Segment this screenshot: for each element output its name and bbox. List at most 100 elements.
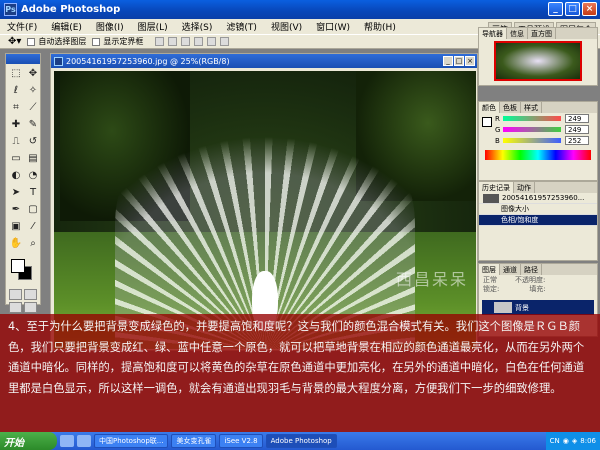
taskbar-item[interactable]: 中国Photoshop联... xyxy=(94,434,169,448)
tab-color[interactable]: 颜色 xyxy=(479,102,500,113)
type-tool-icon[interactable]: T xyxy=(25,185,41,201)
align-bottom-icon[interactable] xyxy=(181,37,191,46)
color-spectrum-bar[interactable] xyxy=(485,150,591,160)
layer-background[interactable]: 背景 xyxy=(482,300,594,315)
menu-image[interactable]: 图像(I) xyxy=(89,20,131,33)
navigator-thumbnail[interactable] xyxy=(494,41,582,81)
crop-tool-icon[interactable]: ⌗ xyxy=(8,100,24,116)
tab-swatches[interactable]: 色板 xyxy=(500,102,521,113)
channel-g-value[interactable]: 249 xyxy=(565,125,589,134)
menu-filter[interactable]: 滤镜(T) xyxy=(219,20,264,33)
move-tool-icon-2[interactable]: ✥ xyxy=(25,66,41,82)
doc-minimize-button[interactable]: _ xyxy=(443,56,453,66)
menu-edit[interactable]: 编辑(E) xyxy=(44,20,89,33)
align-center-icon[interactable] xyxy=(207,37,217,46)
dodge-tool-icon[interactable]: ◔ xyxy=(25,168,41,184)
eyedropper-icon[interactable]: ⁄ xyxy=(25,219,41,235)
menu-file[interactable]: 文件(F) xyxy=(0,20,44,33)
menu-window[interactable]: 窗口(W) xyxy=(309,20,357,33)
marquee-tool-icon[interactable]: ⬚ xyxy=(8,66,24,82)
watermark-text: 西昌呆呆 xyxy=(396,270,469,289)
zoom-tool-icon[interactable]: ⌕ xyxy=(25,236,41,252)
auto-select-checkbox[interactable] xyxy=(27,37,36,46)
maximize-button[interactable]: □ xyxy=(565,2,580,16)
channel-r-value[interactable]: 249 xyxy=(565,114,589,123)
align-middle-icon[interactable] xyxy=(168,37,178,46)
tray-icon[interactable]: ◈ xyxy=(572,437,577,445)
tab-styles[interactable]: 样式 xyxy=(521,102,542,113)
menu-select[interactable]: 选择(S) xyxy=(175,20,220,33)
align-top-icon[interactable] xyxy=(155,37,165,46)
history-snapshot[interactable]: 20054161957253960... xyxy=(479,193,597,204)
shape-tool-icon[interactable]: ▢ xyxy=(25,202,41,218)
foreground-color-swatch[interactable] xyxy=(11,259,25,273)
tab-histogram[interactable]: 直方图 xyxy=(528,28,556,39)
menu-view[interactable]: 视图(V) xyxy=(264,20,309,33)
brush-tool-icon[interactable]: ✎ xyxy=(25,117,41,133)
gradient-tool-icon[interactable]: ▤ xyxy=(25,151,41,167)
magic-wand-icon[interactable]: ✧ xyxy=(25,83,41,99)
path-select-icon[interactable]: ➤ xyxy=(8,185,24,201)
channel-g-slider[interactable] xyxy=(503,127,561,132)
channel-b-slider[interactable] xyxy=(503,138,561,143)
start-button[interactable]: 开始 xyxy=(0,432,57,450)
toolbox-header[interactable] xyxy=(6,54,40,64)
tab-history[interactable]: 历史记录 xyxy=(479,182,514,193)
notes-tool-icon[interactable]: ▣ xyxy=(8,219,24,235)
lasso-tool-icon[interactable]: ℓ xyxy=(8,83,24,99)
taskbar-item[interactable]: iSee V2.8 xyxy=(219,434,263,448)
menu-layer[interactable]: 图层(L) xyxy=(131,20,175,33)
screen-mode-full-icon[interactable] xyxy=(24,302,37,313)
quickmask-mode-icon[interactable] xyxy=(24,289,37,300)
menu-help[interactable]: 帮助(H) xyxy=(357,20,403,33)
history-brush-icon[interactable]: ↺ xyxy=(25,134,41,150)
healing-tool-icon[interactable]: ✚ xyxy=(8,117,24,133)
navigator-tabs: 导航器 信息 直方图 xyxy=(479,28,597,39)
blur-tool-icon[interactable]: ◐ xyxy=(8,168,24,184)
move-tool-icon[interactable]: ✥▾ xyxy=(8,36,21,47)
tab-channels[interactable]: 通道 xyxy=(500,264,521,275)
slice-tool-icon[interactable]: ⟋ xyxy=(25,100,41,116)
align-left-icon[interactable] xyxy=(194,37,204,46)
screen-mode-standard-icon[interactable] xyxy=(9,302,22,313)
snapshot-label: 20054161957253960... xyxy=(502,194,585,202)
quicklaunch-icon[interactable] xyxy=(77,435,91,447)
taskbar-item-active[interactable]: Adobe Photoshop xyxy=(265,434,337,448)
tab-actions[interactable]: 动作 xyxy=(514,182,535,193)
history-item[interactable]: 图像大小 xyxy=(479,204,597,215)
image-canvas[interactable] xyxy=(54,71,476,349)
tab-info[interactable]: 信息 xyxy=(507,28,528,39)
stamp-tool-icon[interactable]: ⎍ xyxy=(8,134,24,150)
doc-maximize-button[interactable]: □ xyxy=(454,56,464,66)
channel-r-slider[interactable] xyxy=(503,116,561,121)
close-button[interactable]: × xyxy=(582,2,597,16)
history-item-selected[interactable]: 色相/饱和度 xyxy=(479,215,597,226)
toolbox: ⬚ ✥ ℓ ✧ ⌗ ⟋ ✚ ✎ ⎍ ↺ ▭ ▤ ◐ ◔ ➤ T ✒ ▢ ▣ ⁄ … xyxy=(5,53,41,313)
tab-navigator[interactable]: 导航器 xyxy=(479,28,507,39)
doc-close-button[interactable]: × xyxy=(465,56,475,66)
show-bounds-option[interactable]: 显示定界框 xyxy=(92,36,143,47)
language-indicator[interactable]: CN xyxy=(550,437,560,445)
taskbar-item[interactable]: 美女变孔雀 xyxy=(171,434,217,448)
history-item-label: 色相/饱和度 xyxy=(501,216,539,224)
snapshot-thumbnail xyxy=(483,193,499,203)
channel-b-value[interactable]: 252 xyxy=(565,136,589,145)
tray-icon[interactable]: ◉ xyxy=(563,437,569,445)
hand-tool-icon[interactable]: ✋ xyxy=(8,236,24,252)
document-title-bar[interactable]: 20054161957253960.jpg @ 25%(RGB/8) _ □ × xyxy=(51,54,477,68)
standard-mode-icon[interactable] xyxy=(9,289,22,300)
tab-paths[interactable]: 路径 xyxy=(521,264,542,275)
pen-tool-icon[interactable]: ✒ xyxy=(8,202,24,218)
window-title: Adobe Photoshop xyxy=(21,4,121,15)
mode-buttons xyxy=(6,289,40,300)
show-bounds-checkbox[interactable] xyxy=(92,37,101,46)
align-right-icon[interactable] xyxy=(220,37,230,46)
quicklaunch-icon[interactable] xyxy=(60,435,74,447)
minimize-button[interactable]: _ xyxy=(548,2,563,16)
auto-select-option[interactable]: 自动选择图层 xyxy=(27,36,86,47)
color-panel-swatch[interactable] xyxy=(482,117,492,127)
eraser-tool-icon[interactable]: ▭ xyxy=(8,151,24,167)
tab-layers[interactable]: 图层 xyxy=(479,264,500,275)
channel-g-row: G 249 xyxy=(479,124,597,135)
channel-b-row: B 252 xyxy=(479,135,597,146)
